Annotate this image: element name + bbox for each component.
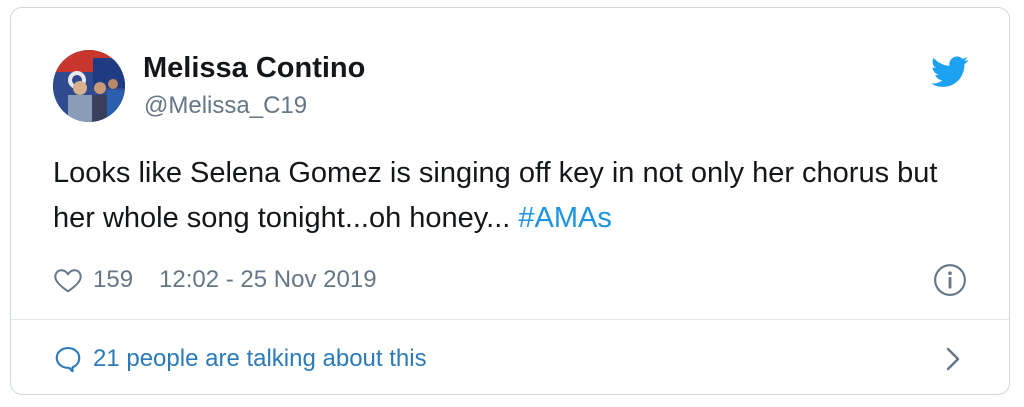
avatar-image [53,50,125,122]
author-handle[interactable]: @Melissa_C19 [144,92,307,120]
info-icon[interactable] [933,263,967,297]
heart-icon[interactable] [53,265,83,295]
tweet-timestamp[interactable]: 12:02 - 25 Nov 2019 [159,266,377,294]
card-divider [11,319,1009,320]
avatar[interactable] [53,50,125,122]
tweet-body: Looks like Selena Gomez is singing off k… [53,157,938,234]
tweet-text: Looks like Selena Gomez is singing off k… [53,151,953,241]
twitter-bird-icon[interactable] [931,56,969,88]
conversation-link[interactable]: 21 people are talking about this [53,341,427,377]
speech-bubble-icon [55,346,81,373]
author-display-name[interactable]: Melissa Contino [143,52,365,85]
tweet-card[interactable]: Melissa Contino @Melissa_C19 Looks like … [10,7,1010,395]
chevron-right-icon[interactable] [941,346,965,372]
tweet-meta: 159 12:02 - 25 Nov 2019 [53,262,377,298]
conversation-label[interactable]: 21 people are talking about this [93,345,427,373]
like-count[interactable]: 159 [93,266,133,294]
hashtag-link[interactable]: #AMAs [518,202,611,234]
